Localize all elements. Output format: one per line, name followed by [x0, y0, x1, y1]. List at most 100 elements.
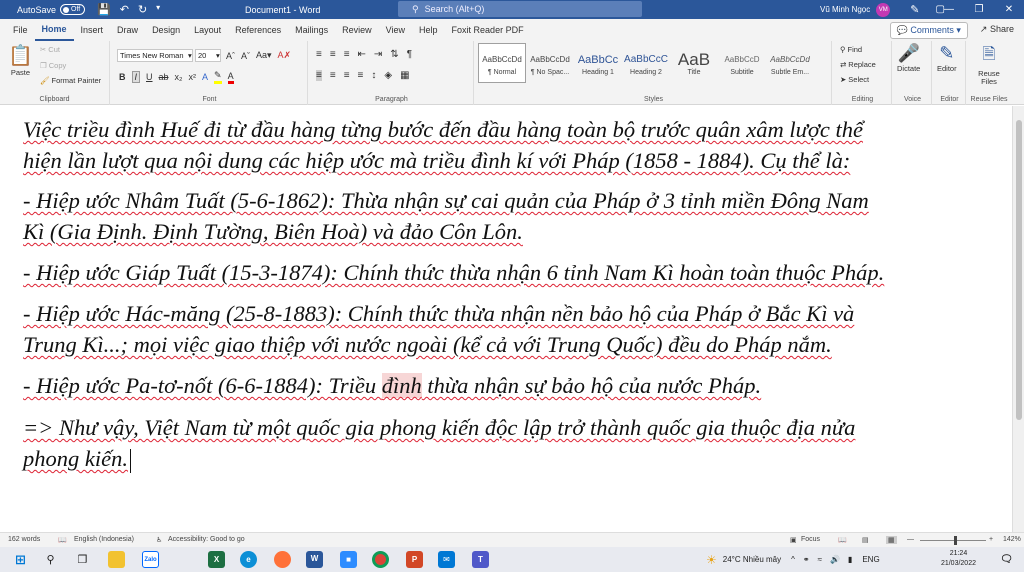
numbering-icon[interactable]: ≡	[330, 49, 336, 60]
read-mode-icon[interactable]: 📖	[838, 536, 847, 544]
minimize-icon[interactable]: —	[934, 0, 964, 19]
wifi-icon[interactable]: ≈	[818, 555, 822, 564]
camera-icon[interactable]: ■	[340, 551, 357, 568]
italic-icon[interactable]: I	[131, 71, 141, 83]
scrollbar-thumb[interactable]	[1016, 120, 1022, 420]
text-effects-icon[interactable]: A	[202, 72, 208, 82]
highlight-icon[interactable]: ✎	[214, 70, 222, 84]
vertical-scrollbar[interactable]	[1012, 106, 1024, 532]
zalo-icon[interactable]: Zalo	[142, 551, 159, 568]
autosave-toggle[interactable]: Off	[60, 4, 86, 15]
tab-view[interactable]: View	[379, 19, 412, 41]
save-icon[interactable]: 💾	[97, 3, 111, 16]
style-subtle-emphasis[interactable]: AaBbCcDd Subtle Em...	[766, 43, 814, 83]
document-canvas[interactable]: Việc triều đình Huế đi từ đầu hàng từng …	[0, 106, 1012, 532]
autosave[interactable]: AutoSave Off	[17, 4, 86, 15]
print-layout-icon[interactable]: ▤	[862, 536, 869, 544]
share-button[interactable]: ↗ Share	[974, 22, 1020, 39]
word-count[interactable]: 162 words	[8, 536, 40, 543]
word-icon[interactable]: W	[306, 551, 323, 568]
focus-button[interactable]: Focus	[801, 536, 820, 543]
decrease-indent-icon[interactable]: ⇤	[358, 49, 366, 60]
web-layout-icon[interactable]: ▦	[886, 536, 897, 544]
font-color-icon[interactable]: A	[227, 71, 234, 84]
proofing-icon[interactable]: 📖	[58, 536, 67, 544]
tab-file[interactable]: File	[6, 19, 35, 41]
volume-icon[interactable]: 🔊	[830, 555, 840, 564]
bullets-icon[interactable]: ≡	[316, 49, 322, 60]
shrink-font-icon[interactable]: Aˇ	[241, 51, 250, 61]
mail-icon[interactable]: ✉	[438, 551, 455, 568]
copy-button[interactable]: ❐ Copy	[40, 61, 66, 70]
firefox-icon[interactable]	[274, 551, 291, 568]
zoom-slider-thumb[interactable]	[954, 536, 957, 545]
paste-button[interactable]: 📋 Paste	[8, 43, 33, 77]
comments-button[interactable]: 💬 Comments ▾	[889, 22, 968, 39]
notifications-icon[interactable]: 🗨	[998, 551, 1015, 568]
redo-icon[interactable]: ↻	[138, 3, 147, 16]
find-button[interactable]: ⚲ Find	[840, 45, 862, 54]
tab-references[interactable]: References	[228, 19, 288, 41]
subscript-icon[interactable]: x₂	[175, 72, 183, 82]
accessibility-status[interactable]: Accessibility: Good to go	[168, 536, 245, 543]
style-heading-2[interactable]: AaBbCcC Heading 2	[622, 43, 670, 83]
borders-icon[interactable]: ▦	[400, 70, 409, 81]
teams-icon[interactable]: T	[472, 551, 489, 568]
zoom-slider[interactable]	[920, 540, 986, 541]
tray-expand-icon[interactable]: ^	[791, 555, 795, 564]
edge-icon[interactable]: e	[240, 551, 257, 568]
weather-icon[interactable]: ☀	[706, 553, 717, 567]
powerpoint-icon[interactable]: P	[406, 551, 423, 568]
cut-button[interactable]: ✂ Cut	[40, 45, 60, 54]
sort-icon[interactable]: ⇅	[390, 49, 398, 60]
style-heading-1[interactable]: AaBbCc Heading 1	[574, 43, 622, 83]
font-size-select[interactable]: 20 ▾	[195, 49, 221, 62]
network-icon[interactable]: ⚭	[803, 555, 810, 564]
bold-icon[interactable]: B	[119, 72, 126, 82]
superscript-icon[interactable]: x²	[189, 72, 197, 82]
tab-draw[interactable]: Draw	[110, 19, 145, 41]
style-no-spacing[interactable]: AaBbCcDd ¶ No Spac...	[526, 43, 574, 83]
pilcrow-icon[interactable]: ¶	[407, 49, 412, 60]
editor-button[interactable]: ✎ Editor	[937, 43, 957, 73]
grow-font-icon[interactable]: Aˆ	[226, 51, 235, 61]
reuse-files-button[interactable]: 🗎 Reuse Files	[972, 43, 1006, 86]
change-case-icon[interactable]: Aa▾	[256, 50, 272, 61]
tab-review[interactable]: Review	[335, 19, 379, 41]
replace-button[interactable]: ⇄ Replace	[840, 60, 876, 69]
language-status[interactable]: English (Indonesia)	[74, 536, 134, 543]
avatar[interactable]: VM	[876, 2, 891, 17]
zoom-in-icon[interactable]: +	[989, 536, 993, 543]
paragraph-intro[interactable]: Việc triều đình Huế đi từ đầu hàng từng …	[23, 114, 998, 176]
tab-insert[interactable]: Insert	[74, 19, 111, 41]
select-button[interactable]: ➤ Select	[840, 75, 869, 84]
clear-format-icon[interactable]: A✗	[278, 50, 292, 61]
tab-home[interactable]: Home	[34, 19, 74, 41]
tab-layout[interactable]: Layout	[187, 19, 228, 41]
customize-qat-icon[interactable]: ▾	[156, 3, 160, 16]
paragraph-conclusion[interactable]: => Như vậy, Việt Nam từ một quốc gia pho…	[23, 412, 998, 474]
excel-icon[interactable]: X	[208, 551, 225, 568]
zoom-out-icon[interactable]: —	[907, 536, 914, 543]
paragraph-treaty-1883[interactable]: - Hiệp ước Hác-măng (25-8-1883): Chính t…	[23, 298, 998, 360]
tab-design[interactable]: Design	[145, 19, 187, 41]
search-icon[interactable]: ⚲	[42, 551, 59, 568]
chrome-icon[interactable]	[372, 551, 389, 568]
windows-start-icon[interactable]: ⊞	[12, 551, 29, 568]
paragraph-treaty-1874[interactable]: - Hiệp ước Giáp Tuất (15-3-1874): Chính …	[23, 257, 998, 288]
user-account[interactable]: Vũ Minh Ngọc VM ✎ ▢	[820, 2, 945, 17]
file-explorer-icon[interactable]	[108, 551, 125, 568]
search-box[interactable]: ⚲ Search (Alt+Q)	[398, 1, 642, 17]
multilevel-icon[interactable]: ≡	[344, 49, 350, 60]
dictate-button[interactable]: 🎤 Dictate	[897, 43, 920, 73]
paragraph-treaty-1884[interactable]: - Hiệp ước Pa-tơ-nốt (6-6-1884): Triều đ…	[23, 370, 998, 401]
align-right-icon[interactable]: ≡	[344, 70, 350, 81]
style-normal[interactable]: AaBbCcDd ¶ Normal	[478, 43, 526, 83]
battery-icon[interactable]: ▮	[848, 555, 852, 564]
line-spacing-icon[interactable]: ↕	[371, 70, 376, 81]
format-painter-button[interactable]: 🖌 Format Painter	[40, 76, 101, 85]
close-icon[interactable]: ✕	[994, 0, 1024, 19]
underline-icon[interactable]: U	[146, 72, 153, 82]
justify-icon[interactable]: ≡	[358, 70, 364, 81]
strikethrough-icon[interactable]: ab	[159, 72, 169, 82]
